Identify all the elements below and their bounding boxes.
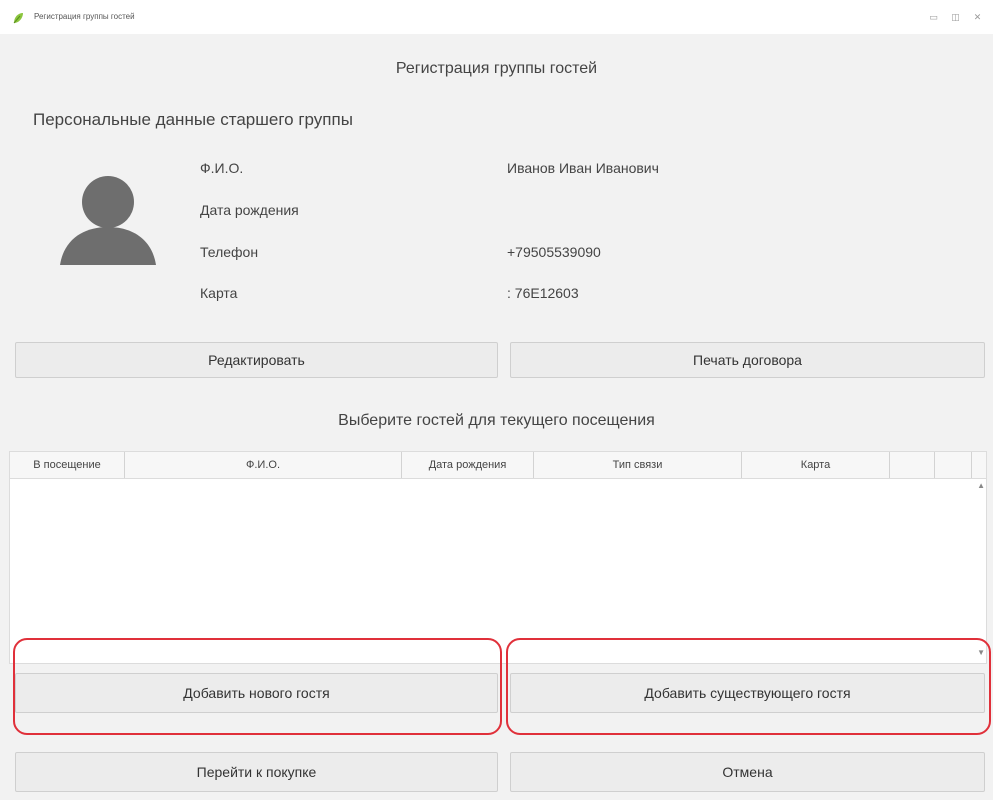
close-icon[interactable]: ✕ (971, 11, 984, 23)
scroll-up-icon[interactable]: ▲ (977, 481, 985, 490)
print-contract-button[interactable]: Печать договора (510, 342, 985, 378)
guests-prompt: Выберите гостей для текущего посещения (338, 412, 655, 429)
user-silhouette-icon (60, 176, 156, 265)
field-value-phone: +79505539090 (507, 244, 601, 260)
column-header-fio[interactable]: Ф.И.О. (125, 452, 402, 478)
column-header-visit[interactable]: В посещение (10, 452, 125, 478)
minimize-icon[interactable]: ▭ (927, 11, 940, 23)
column-header-birthdate[interactable]: Дата рождения (402, 452, 534, 478)
field-label-card: Карта (200, 285, 238, 301)
cancel-button-label: Отмена (722, 764, 773, 780)
edit-button[interactable]: Редактировать (15, 342, 498, 378)
window-title: Регистрация группы гостей (34, 12, 135, 21)
table-header: В посещение Ф.И.О. Дата рождения Тип свя… (10, 452, 986, 479)
highlight-frame-add-new (13, 638, 502, 735)
leaf-icon (13, 13, 23, 24)
maximize-icon[interactable]: ◫ (949, 11, 962, 23)
dialog-title: Регистрация группы гостей (395, 60, 598, 77)
title-bar: Регистрация группы гостей ▭ ◫ ✕ (0, 0, 993, 34)
highlight-frame-add-existing (506, 638, 991, 735)
edit-button-label: Редактировать (208, 352, 305, 368)
field-label-phone: Телефон (200, 244, 259, 260)
field-label-birthdate: Дата рождения (200, 202, 299, 218)
go-to-purchase-button[interactable]: Перейти к покупке (15, 752, 498, 792)
guests-table[interactable]: В посещение Ф.И.О. Дата рождения Тип свя… (9, 451, 987, 664)
field-value-fio: Иванов Иван Иванович (507, 160, 659, 176)
registration-window: Регистрация группы гостей ▭ ◫ ✕ Регистра… (0, 0, 993, 800)
column-header-relation[interactable]: Тип связи (534, 452, 742, 478)
cancel-button[interactable]: Отмена (510, 752, 985, 792)
field-label-fio: Ф.И.О. (200, 160, 244, 176)
go-to-purchase-button-label: Перейти к покупке (196, 764, 317, 780)
section-title: Персональные данные старшего группы (33, 110, 353, 129)
column-header-extra-1[interactable] (890, 452, 935, 478)
table-scrollbar[interactable] (976, 479, 986, 663)
column-header-extra-2[interactable] (935, 452, 972, 478)
print-contract-button-label: Печать договора (693, 352, 802, 368)
field-value-card: : 76E12603 (507, 285, 579, 301)
column-header-card[interactable]: Карта (742, 452, 890, 478)
